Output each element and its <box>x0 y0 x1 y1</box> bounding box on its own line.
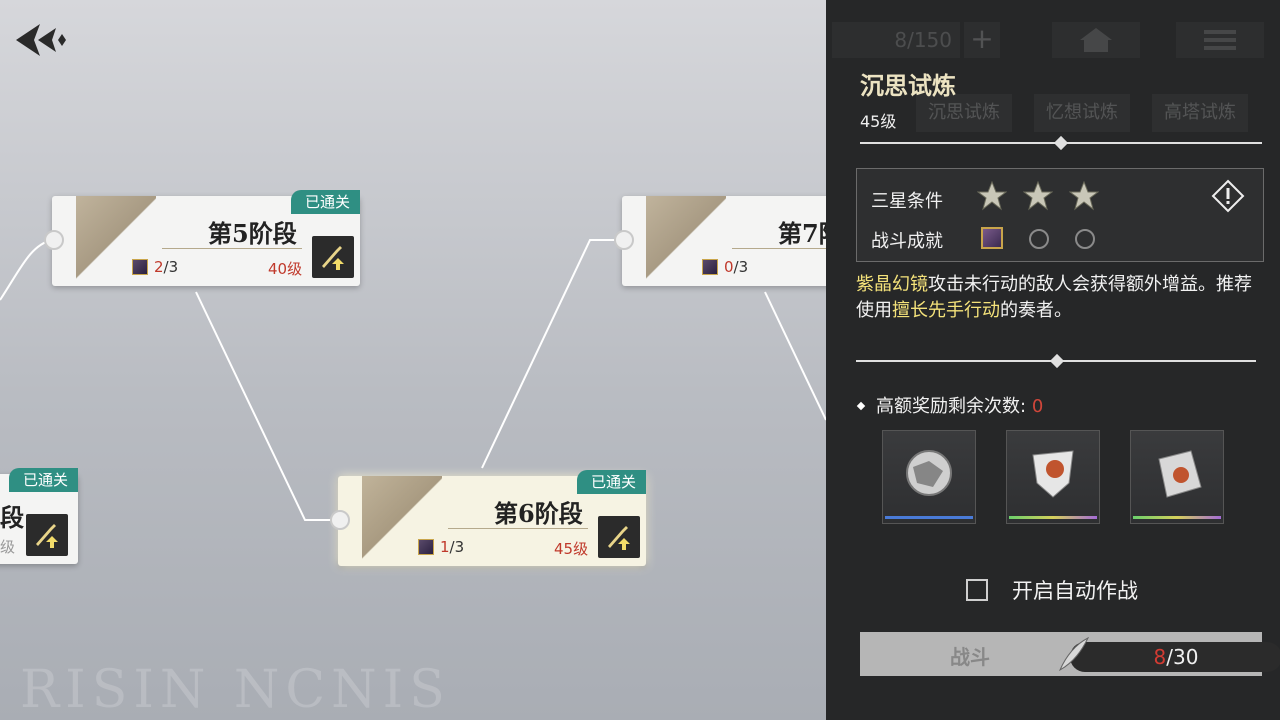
stage-level: 40级 <box>268 260 303 278</box>
home-icon <box>1080 28 1112 52</box>
stage-title: 第5阶段 <box>208 219 297 248</box>
achievement-label: 战斗成就 <box>871 231 943 252</box>
stage-card-4[interactable]: 已通关 段 级 <box>0 468 78 564</box>
title-rule <box>162 248 302 249</box>
crystal-shard-icon <box>1032 450 1074 498</box>
stage-title: 第6阶段 <box>494 499 583 528</box>
stage-map[interactable]: RISIN NCNIS 已通关 段 级 已通关 第5阶段 2/3 40级 已通关… <box>0 0 826 720</box>
stage-action-button[interactable] <box>312 236 354 278</box>
reward-remaining: 高额奖励剩余次数: 0 <box>856 392 1043 418</box>
title-rule <box>732 248 826 249</box>
rarity-bar <box>1009 516 1097 519</box>
reward-item-3[interactable] <box>1130 430 1224 524</box>
stage-level: 级 <box>0 538 16 556</box>
stage-connector <box>44 230 64 250</box>
stamina-cost: 8/30 <box>1070 642 1280 672</box>
menu-button[interactable] <box>1176 22 1264 58</box>
star-icon <box>977 181 1007 211</box>
watermark-logo: RISIN NCNIS <box>20 660 451 720</box>
fight-label: 战斗 <box>950 645 990 669</box>
stage-progress: 2/3 <box>154 258 179 276</box>
sphere-icon <box>906 450 952 496</box>
conditions-box: 三星条件 战斗成就 <box>856 168 1264 262</box>
stage-title: 第7阶 <box>778 219 826 248</box>
rarity-bar <box>1133 516 1221 519</box>
cleared-badge: 已通关 <box>290 190 360 214</box>
stage-title: 段 <box>0 503 24 532</box>
auto-battle-label: 开启自动作战 <box>1012 579 1138 603</box>
star-icon <box>1069 181 1099 211</box>
menu-icon <box>1204 30 1236 50</box>
reward-item-2[interactable] <box>1006 430 1100 524</box>
feather-icon <box>1058 636 1090 672</box>
auto-battle-toggle[interactable]: 开启自动作战 <box>966 575 1138 605</box>
stage-action-button[interactable] <box>598 516 640 558</box>
cube-icon <box>418 539 434 555</box>
cube-icon <box>132 259 148 275</box>
stage-card-7[interactable]: 第7阶 0/3 50 <box>614 196 826 286</box>
stamina-display: 8/150 <box>832 22 960 58</box>
checkbox[interactable] <box>966 579 988 601</box>
achievement-slot-icon <box>1029 229 1049 249</box>
three-star-label: 三星条件 <box>871 191 943 212</box>
section-divider <box>856 353 1256 369</box>
bullet-icon <box>856 401 866 411</box>
panel-level: 45级 <box>860 112 897 131</box>
sword-upgrade-icon <box>322 246 344 270</box>
stage-level: 45级 <box>554 540 589 558</box>
stage-progress: 1/3 <box>440 538 465 556</box>
sword-upgrade-icon <box>36 524 58 548</box>
stage-description: 紫晶幻镜攻击未行动的敌人会获得额外增益。推荐使用擅长先手行动的奏者。 <box>856 274 1252 321</box>
stage-card-5[interactable]: 已通关 第5阶段 2/3 40级 <box>44 190 360 286</box>
back-button[interactable] <box>14 20 74 60</box>
cleared-badge: 已通关 <box>576 470 646 494</box>
sword-upgrade-icon <box>608 526 630 550</box>
stage-progress: 0/3 <box>724 258 749 276</box>
rarity-bar <box>885 516 973 519</box>
stage-connector <box>330 510 350 530</box>
cube-icon <box>702 259 718 275</box>
panel-title: 沉思试炼 <box>860 72 956 100</box>
stage-connector <box>614 230 634 250</box>
stage-card-6[interactable]: 已通关 第6阶段 1/3 45级 <box>330 470 646 566</box>
reward-item-1[interactable] <box>882 430 976 524</box>
info-warning-icon[interactable] <box>1211 179 1245 213</box>
cleared-badge: 已通关 <box>8 468 78 492</box>
path-lines <box>0 239 826 521</box>
stage-detail-panel: 8/150 + 沉思试炼 忆想试炼 高塔试炼 沉思试炼 45级 三星条件 战斗成… <box>826 0 1280 720</box>
cube-achievement-icon <box>981 227 1003 249</box>
star-icon <box>1023 181 1053 211</box>
back-arrow-icon <box>16 24 66 56</box>
section-divider <box>860 135 1262 151</box>
home-button[interactable] <box>1052 22 1140 58</box>
add-stamina-button[interactable]: + <box>964 22 1000 58</box>
achievement-slot-icon <box>1075 229 1095 249</box>
fight-button[interactable]: 战斗 8/30 <box>860 632 1280 676</box>
tab-tower[interactable]: 高塔试炼 <box>1152 94 1248 132</box>
ice-crystal-icon <box>1158 450 1202 498</box>
tab-recollection[interactable]: 忆想试炼 <box>1034 94 1130 132</box>
stage-action-button[interactable] <box>26 514 68 556</box>
title-rule <box>448 528 588 529</box>
